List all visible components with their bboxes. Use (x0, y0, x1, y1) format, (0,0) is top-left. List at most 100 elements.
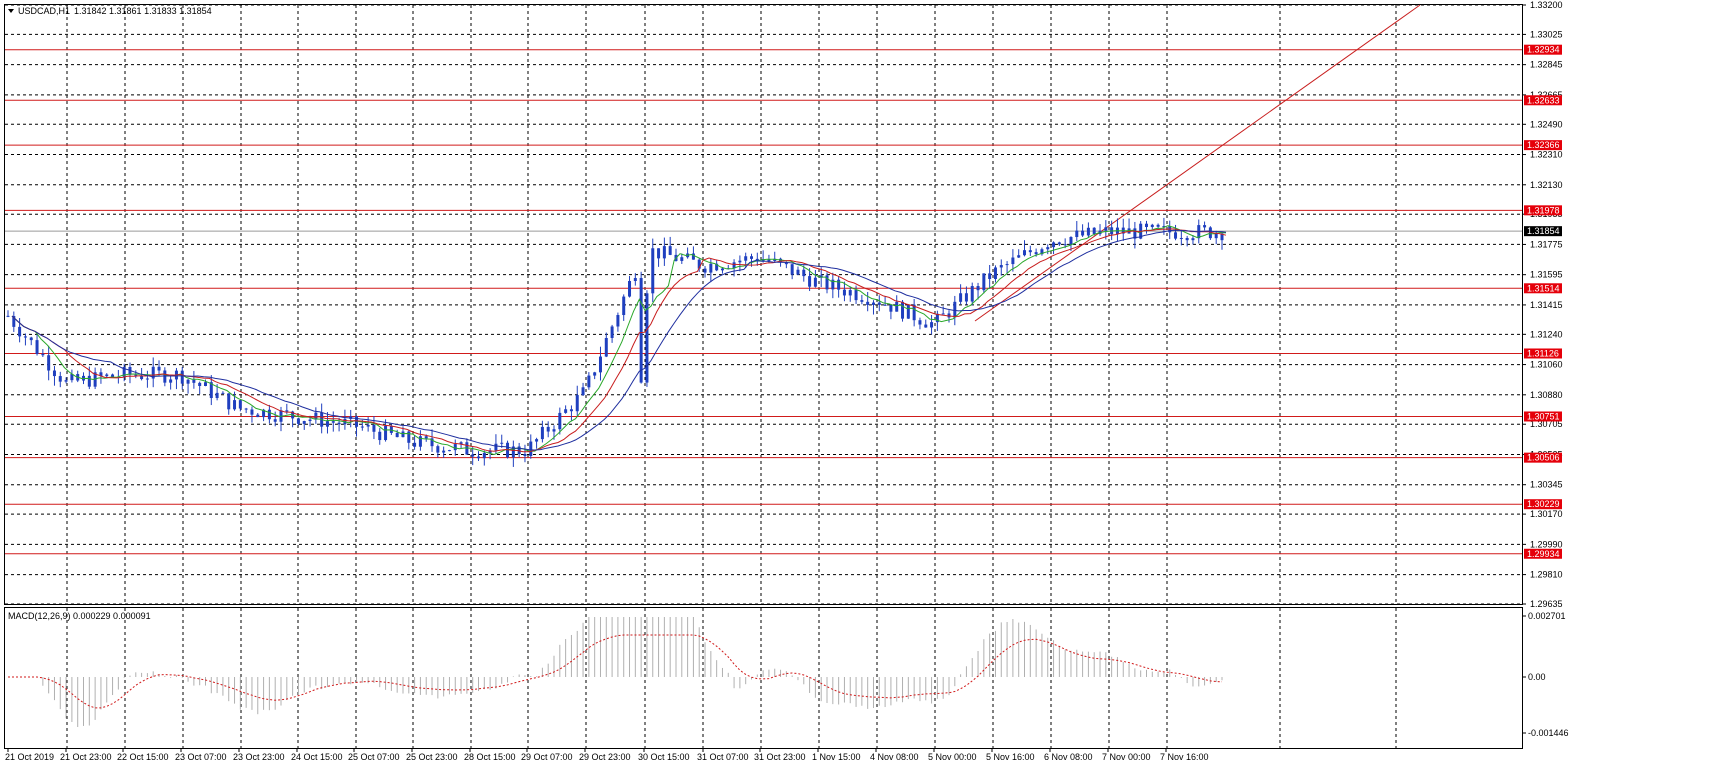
price-tick-label: 1.33200 (1530, 0, 1563, 10)
candle-body (256, 414, 260, 418)
candle-body (796, 269, 800, 275)
candle-body (1179, 237, 1183, 239)
candle-body (203, 382, 207, 386)
candle-body (906, 304, 910, 319)
candle-body (482, 452, 486, 459)
candle-body (192, 379, 196, 383)
candle-body (23, 336, 27, 338)
candle-body (424, 436, 428, 439)
candle-body (1150, 224, 1154, 228)
candle-body (930, 322, 934, 328)
candle-body (285, 410, 289, 412)
candle-body (476, 456, 480, 459)
candle-body (604, 338, 608, 357)
candle-body (941, 313, 945, 315)
candle-body (453, 444, 457, 451)
time-label: 31 Oct 23:00 (754, 752, 806, 762)
candle-body (993, 267, 997, 279)
time-label: 23 Oct 23:00 (233, 752, 285, 762)
candle-body (552, 429, 556, 432)
candle-body (1005, 264, 1009, 266)
candle-body (680, 257, 684, 261)
time-label: 25 Oct 23:00 (406, 752, 458, 762)
time-axis[interactable]: 21 Oct 2019 21 Oct 23:00 22 Oct 15:00 23 Oc… (5, 748, 1209, 762)
candle-body (523, 454, 527, 456)
time-label: 5 Nov 16:00 (986, 752, 1035, 762)
candle-body (233, 400, 237, 410)
macd-tick-label: 0.00 (1528, 672, 1546, 682)
candle-body (378, 431, 382, 441)
price-tick-label: 1.32310 (1530, 150, 1563, 160)
candle-body (1023, 250, 1027, 256)
candle-body (999, 265, 1003, 268)
candle-body (970, 286, 974, 302)
time-label: 4 Nov 08:00 (870, 752, 919, 762)
candle-body (569, 409, 573, 412)
price-tick-label: 1.32490 (1530, 119, 1563, 129)
candle-body (546, 426, 550, 432)
time-label: 7 Nov 16:00 (1160, 752, 1209, 762)
candle-body (1028, 250, 1032, 253)
candle-body (267, 409, 271, 420)
candle-body (413, 442, 417, 447)
candle-body (331, 421, 335, 423)
candle-body (1086, 227, 1090, 236)
price-axis[interactable]: 1.332001.330251.328451.326651.324901.323… (1522, 0, 1563, 609)
candle-body (808, 276, 812, 287)
candle-body (436, 446, 440, 453)
level-price-label: 1.30229 (1527, 499, 1560, 509)
level-price-label: 1.32934 (1527, 45, 1560, 55)
time-label: 21 Oct 2019 (5, 752, 54, 762)
candle-body (64, 380, 68, 382)
candle-body (901, 301, 905, 319)
time-label: 6 Nov 08:00 (1044, 752, 1093, 762)
price-tick-label: 1.31775 (1530, 239, 1563, 249)
candle-body (1144, 223, 1148, 228)
candle-body (883, 304, 887, 306)
candle-body (105, 374, 109, 377)
candle-body (616, 315, 620, 327)
candle-body (668, 246, 672, 255)
candle-body (1214, 233, 1218, 239)
candle-body (802, 269, 806, 277)
candle-body (842, 289, 846, 296)
time-label: 29 Oct 23:00 (579, 752, 631, 762)
candle-body (337, 422, 341, 425)
candle-body (47, 355, 51, 371)
chart-window[interactable]: 1.33200 1.33025 1.32845 1.32665 1.32490 1.323… (0, 0, 1733, 764)
candle-body (1185, 237, 1189, 241)
ohlc-readout: 1.31842 1.31861 1.31833 1.31854 (74, 6, 212, 16)
candle-body (1191, 238, 1195, 241)
price-tick-label: 1.29810 (1530, 570, 1563, 580)
candle-body (29, 337, 33, 341)
candle-body (738, 260, 742, 263)
candle-body (1203, 225, 1207, 228)
level-price-label: 1.31126 (1527, 348, 1559, 358)
candle-body (35, 340, 39, 354)
candle-body (988, 273, 992, 279)
candle-body (662, 246, 666, 259)
candle-body (1063, 244, 1067, 246)
candle-body (360, 426, 364, 428)
candle-body (720, 268, 724, 271)
candle-body (442, 450, 446, 453)
price-chart[interactable]: 1.332001.330251.328451.326651.324901.323… (0, 0, 1733, 764)
candle-body (1081, 230, 1085, 236)
candle-body (447, 450, 451, 452)
candle-body (215, 392, 219, 399)
time-label: 24 Oct 15:00 (291, 752, 343, 762)
candle-body (1075, 230, 1079, 238)
time-label: 23 Oct 07:00 (175, 752, 227, 762)
current-price-label: 1.31854 (1527, 226, 1560, 236)
candle-body (744, 256, 748, 261)
candle-body (918, 320, 922, 325)
candle-body (1174, 232, 1178, 239)
candle-body (157, 366, 161, 371)
candle-body (651, 248, 655, 294)
candle-body (308, 419, 312, 422)
candle-body (1156, 224, 1160, 227)
price-tick-label: 1.31240 (1530, 329, 1563, 339)
candle-body (401, 431, 405, 438)
candle-body (1092, 227, 1096, 235)
candle-body (964, 293, 968, 302)
